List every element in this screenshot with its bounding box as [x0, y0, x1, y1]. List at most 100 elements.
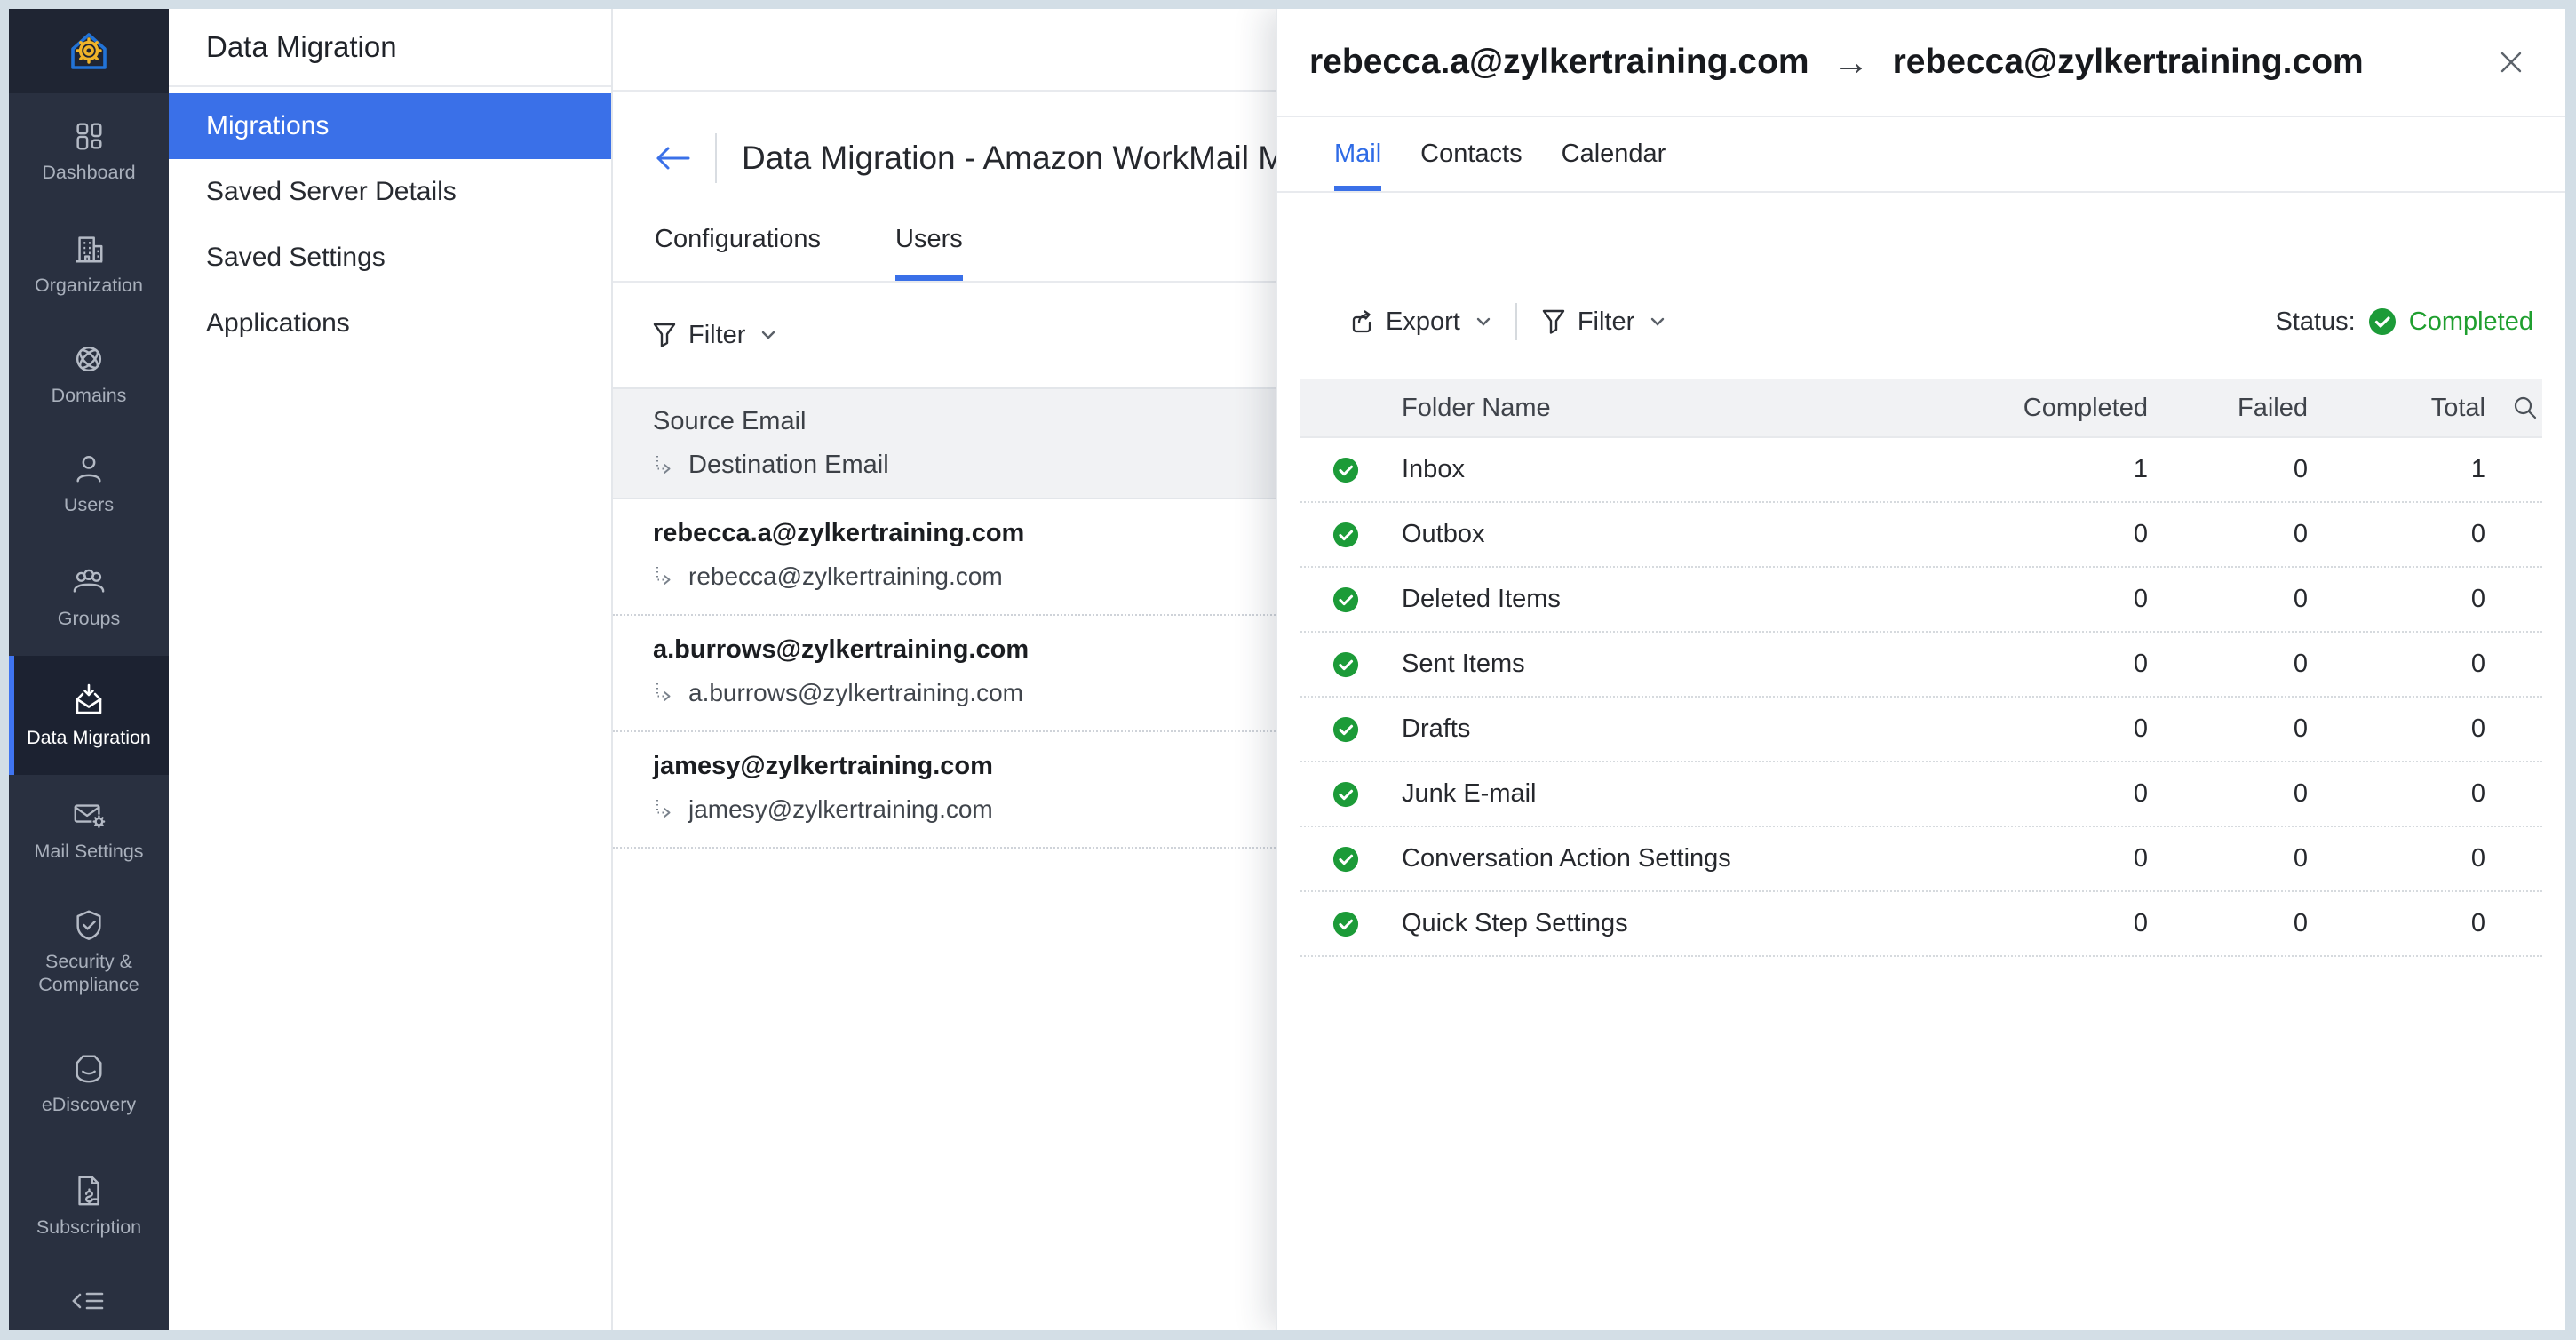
sidebar-item-mail-settings[interactable]: Mail Settings: [9, 775, 169, 885]
failed-count: 0: [2148, 585, 2308, 614]
failed-count: 0: [2148, 455, 2308, 484]
total-count: 0: [2308, 520, 2485, 549]
column-total: Total: [2308, 394, 2485, 423]
title-divider: [715, 133, 717, 183]
toolbar-separator: [1515, 303, 1517, 340]
completed-count: 0: [1988, 844, 2148, 873]
sidebar-item-security-compliance[interactable]: Security & Compliance: [9, 885, 169, 1018]
sidebar-item-domains[interactable]: Domains: [9, 320, 169, 428]
sidebar-item-label: Security & Compliance: [22, 950, 155, 996]
back-button[interactable]: [653, 144, 692, 172]
user-icon: [72, 451, 106, 485]
folder-completed-icon: [1332, 457, 1359, 483]
subnav-title: Data Migration: [169, 9, 611, 87]
folder-completed-icon: [1332, 651, 1359, 678]
folder-row[interactable]: Junk E-mail 0 0 0: [1300, 762, 2542, 827]
folder-name: Conversation Action Settings: [1402, 844, 1988, 873]
column-failed: Failed: [2148, 394, 2308, 423]
migration-page-title: Data Migration - Amazon WorkMail Mi: [742, 140, 1292, 177]
folder-row[interactable]: Outbox 0 0 0: [1300, 503, 2542, 568]
back-arrow-icon: [653, 144, 692, 172]
sidebar-item-label: Data Migration: [27, 726, 151, 749]
ediscovery-icon: [72, 1051, 106, 1085]
completed-count: 0: [1988, 650, 2148, 679]
panel-destination-email: rebecca@zylkertraining.com: [1893, 43, 2364, 82]
globe-icon: [72, 342, 106, 376]
failed-count: 0: [2148, 909, 2308, 938]
completed-count: 0: [1988, 779, 2148, 809]
maps-to-arrow-icon: [653, 682, 676, 705]
sidebar-item-data-migration[interactable]: Data Migration: [9, 656, 169, 775]
sidebar-item-label: Dashboard: [42, 161, 135, 184]
filter-funnel-icon: [1542, 309, 1565, 334]
arrow-right-icon: →: [1833, 41, 1870, 84]
panel-tab-mail[interactable]: Mail: [1334, 117, 1381, 191]
folder-stats-table: Folder Name Completed Failed Total Inbox…: [1300, 379, 2542, 957]
column-completed: Completed: [1988, 394, 2148, 423]
sidebar-item-users[interactable]: Users: [9, 428, 169, 538]
total-count: 0: [2308, 844, 2485, 873]
panel-title: rebecca.a@zylkertraining.com → rebecca@z…: [1309, 41, 2364, 84]
sidebar-item-groups[interactable]: Groups: [9, 538, 169, 656]
folder-row[interactable]: Conversation Action Settings 0 0 0: [1300, 827, 2542, 892]
subnav-item-saved-settings[interactable]: Saved Settings: [169, 225, 611, 291]
dashboard-icon: [72, 119, 106, 153]
panel-header: rebecca.a@zylkertraining.com → rebecca@z…: [1277, 9, 2565, 117]
sidebar-collapse-button[interactable]: [9, 1286, 169, 1316]
data-migration-icon: [71, 682, 107, 718]
panel-source-email: rebecca.a@zylkertraining.com: [1309, 43, 1809, 82]
chevron-down-icon: [1650, 317, 1665, 327]
panel-tab-contacts[interactable]: Contacts: [1420, 117, 1522, 191]
app-logo[interactable]: [9, 9, 169, 93]
completed-count: 0: [1988, 714, 2148, 744]
close-icon: [2496, 47, 2526, 77]
folder-row[interactable]: Inbox 1 0 1: [1300, 438, 2542, 503]
total-count: 1: [2308, 455, 2485, 484]
destination-email: a.burrows@zylkertraining.com: [688, 679, 1023, 707]
panel-tab-calendar[interactable]: Calendar: [1562, 117, 1666, 191]
subscription-icon: [72, 1174, 106, 1208]
total-count: 0: [2308, 779, 2485, 809]
folder-completed-icon: [1332, 522, 1359, 548]
folder-name: Outbox: [1402, 520, 1988, 549]
folder-row[interactable]: Quick Step Settings 0 0 0: [1300, 892, 2542, 957]
export-button[interactable]: Export: [1347, 307, 1491, 337]
close-panel-button[interactable]: [2496, 47, 2526, 77]
sidebar-item-label: Subscription: [36, 1216, 141, 1239]
chevron-down-icon: [1476, 317, 1491, 327]
folder-completed-icon: [1332, 586, 1359, 613]
panel-toolbar: Export Filter Status:: [1277, 295, 2565, 348]
tab-users[interactable]: Users: [895, 198, 963, 281]
subnav-item-migrations[interactable]: Migrations: [169, 93, 611, 159]
export-label: Export: [1386, 307, 1460, 337]
folder-row[interactable]: Sent Items 0 0 0: [1300, 633, 2542, 698]
tab-configurations[interactable]: Configurations: [655, 198, 821, 281]
folder-name: Sent Items: [1402, 650, 1988, 679]
search-folders-button[interactable]: [2485, 395, 2539, 421]
organization-icon: [72, 232, 106, 266]
sidebar-item-ediscovery[interactable]: eDiscovery: [9, 1018, 169, 1148]
status-completed-icon: [2368, 307, 2397, 336]
subnav-item-applications[interactable]: Applications: [169, 291, 611, 356]
panel-tabs: Mail Contacts Calendar: [1277, 117, 2565, 193]
folder-row[interactable]: Deleted Items 0 0 0: [1300, 568, 2542, 633]
subnav-item-saved-server-details[interactable]: Saved Server Details: [169, 159, 611, 225]
folder-name: Junk E-mail: [1402, 779, 1988, 809]
sidebar-item-subscription[interactable]: Subscription: [9, 1148, 169, 1264]
failed-count: 0: [2148, 844, 2308, 873]
maps-to-arrow-icon: [653, 454, 676, 477]
failed-count: 0: [2148, 650, 2308, 679]
sidebar-item-label: Groups: [58, 607, 121, 630]
folder-row[interactable]: Drafts 0 0 0: [1300, 698, 2542, 762]
folder-name: Quick Step Settings: [1402, 909, 1988, 938]
sidebar-item-dashboard[interactable]: Dashboard: [9, 93, 169, 209]
user-migration-detail-panel: rebecca.a@zylkertraining.com → rebecca@z…: [1276, 9, 2565, 1330]
data-migration-subnav: Data Migration Migrations Saved Server D…: [169, 9, 613, 1330]
status-value: Completed: [2409, 307, 2533, 337]
users-filter-button[interactable]: Filter: [653, 321, 775, 350]
completed-count: 1: [1988, 455, 2148, 484]
completed-count: 0: [1988, 909, 2148, 938]
panel-filter-button[interactable]: Filter: [1542, 307, 1665, 337]
screen-frame: Dashboard Organization Domains: [0, 0, 2576, 1340]
sidebar-item-organization[interactable]: Organization: [9, 209, 169, 320]
